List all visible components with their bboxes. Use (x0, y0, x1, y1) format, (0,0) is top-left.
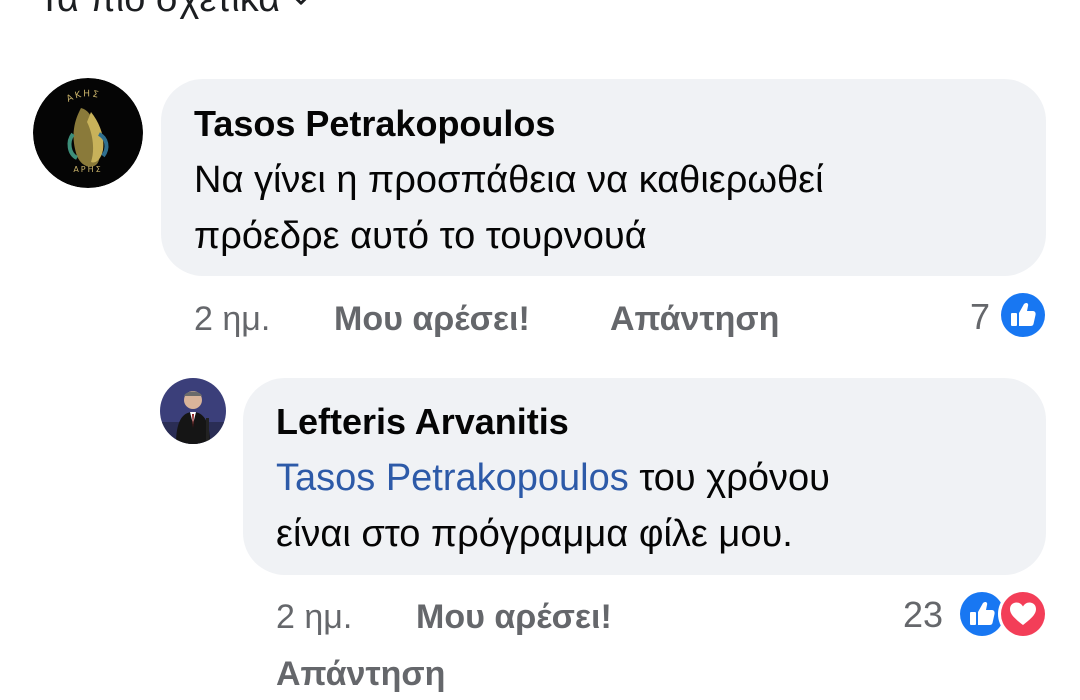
reaction-count[interactable]: 7 (970, 296, 990, 338)
reply-author[interactable]: Lefteris Arvanitis (276, 401, 569, 443)
reply-button[interactable]: Απάντηση (610, 300, 779, 339)
avatar-tasos[interactable]: ΑΚΗΣ ΑΡΗΣ (33, 78, 143, 188)
love-icon (998, 589, 1048, 639)
comment-sort-dropdown[interactable]: Τα πιο σχετικά (38, 0, 312, 21)
avatar-lefteris[interactable] (160, 378, 226, 444)
like-icon (998, 290, 1048, 340)
reply-text-line-1: Tasos Petrakopoulos του χρόνου (276, 446, 830, 510)
avatar-text-bottom: ΑΡΗΣ (73, 165, 102, 174)
sort-label: Τα πιο σχετικά (38, 0, 280, 21)
reply-text-after-mention: του χρόνου (628, 457, 830, 499)
chevron-down-icon (296, 0, 307, 5)
reply-reaction-count[interactable]: 23 (903, 594, 943, 636)
mention-link[interactable]: Tasos Petrakopoulos (276, 457, 629, 499)
like-button[interactable]: Μου αρέσει! (334, 300, 530, 339)
comment-text-line-1: Να γίνει η προσπάθεια να καθιερωθεί (194, 159, 824, 201)
comment-text-line-2: πρόεδρε αυτό το τουρνουά (194, 215, 647, 257)
reply-reply-button[interactable]: Απάντηση (276, 655, 445, 694)
reply-like-button[interactable]: Μου αρέσει! (416, 598, 612, 637)
comment-author[interactable]: Tasos Petrakopoulos (194, 103, 555, 145)
reply-text-line-2: είναι στο πρόγραμμα φίλε μου. (276, 513, 793, 555)
reply-timestamp[interactable]: 2 ημ. (276, 598, 352, 637)
comment-timestamp[interactable]: 2 ημ. (194, 300, 270, 339)
